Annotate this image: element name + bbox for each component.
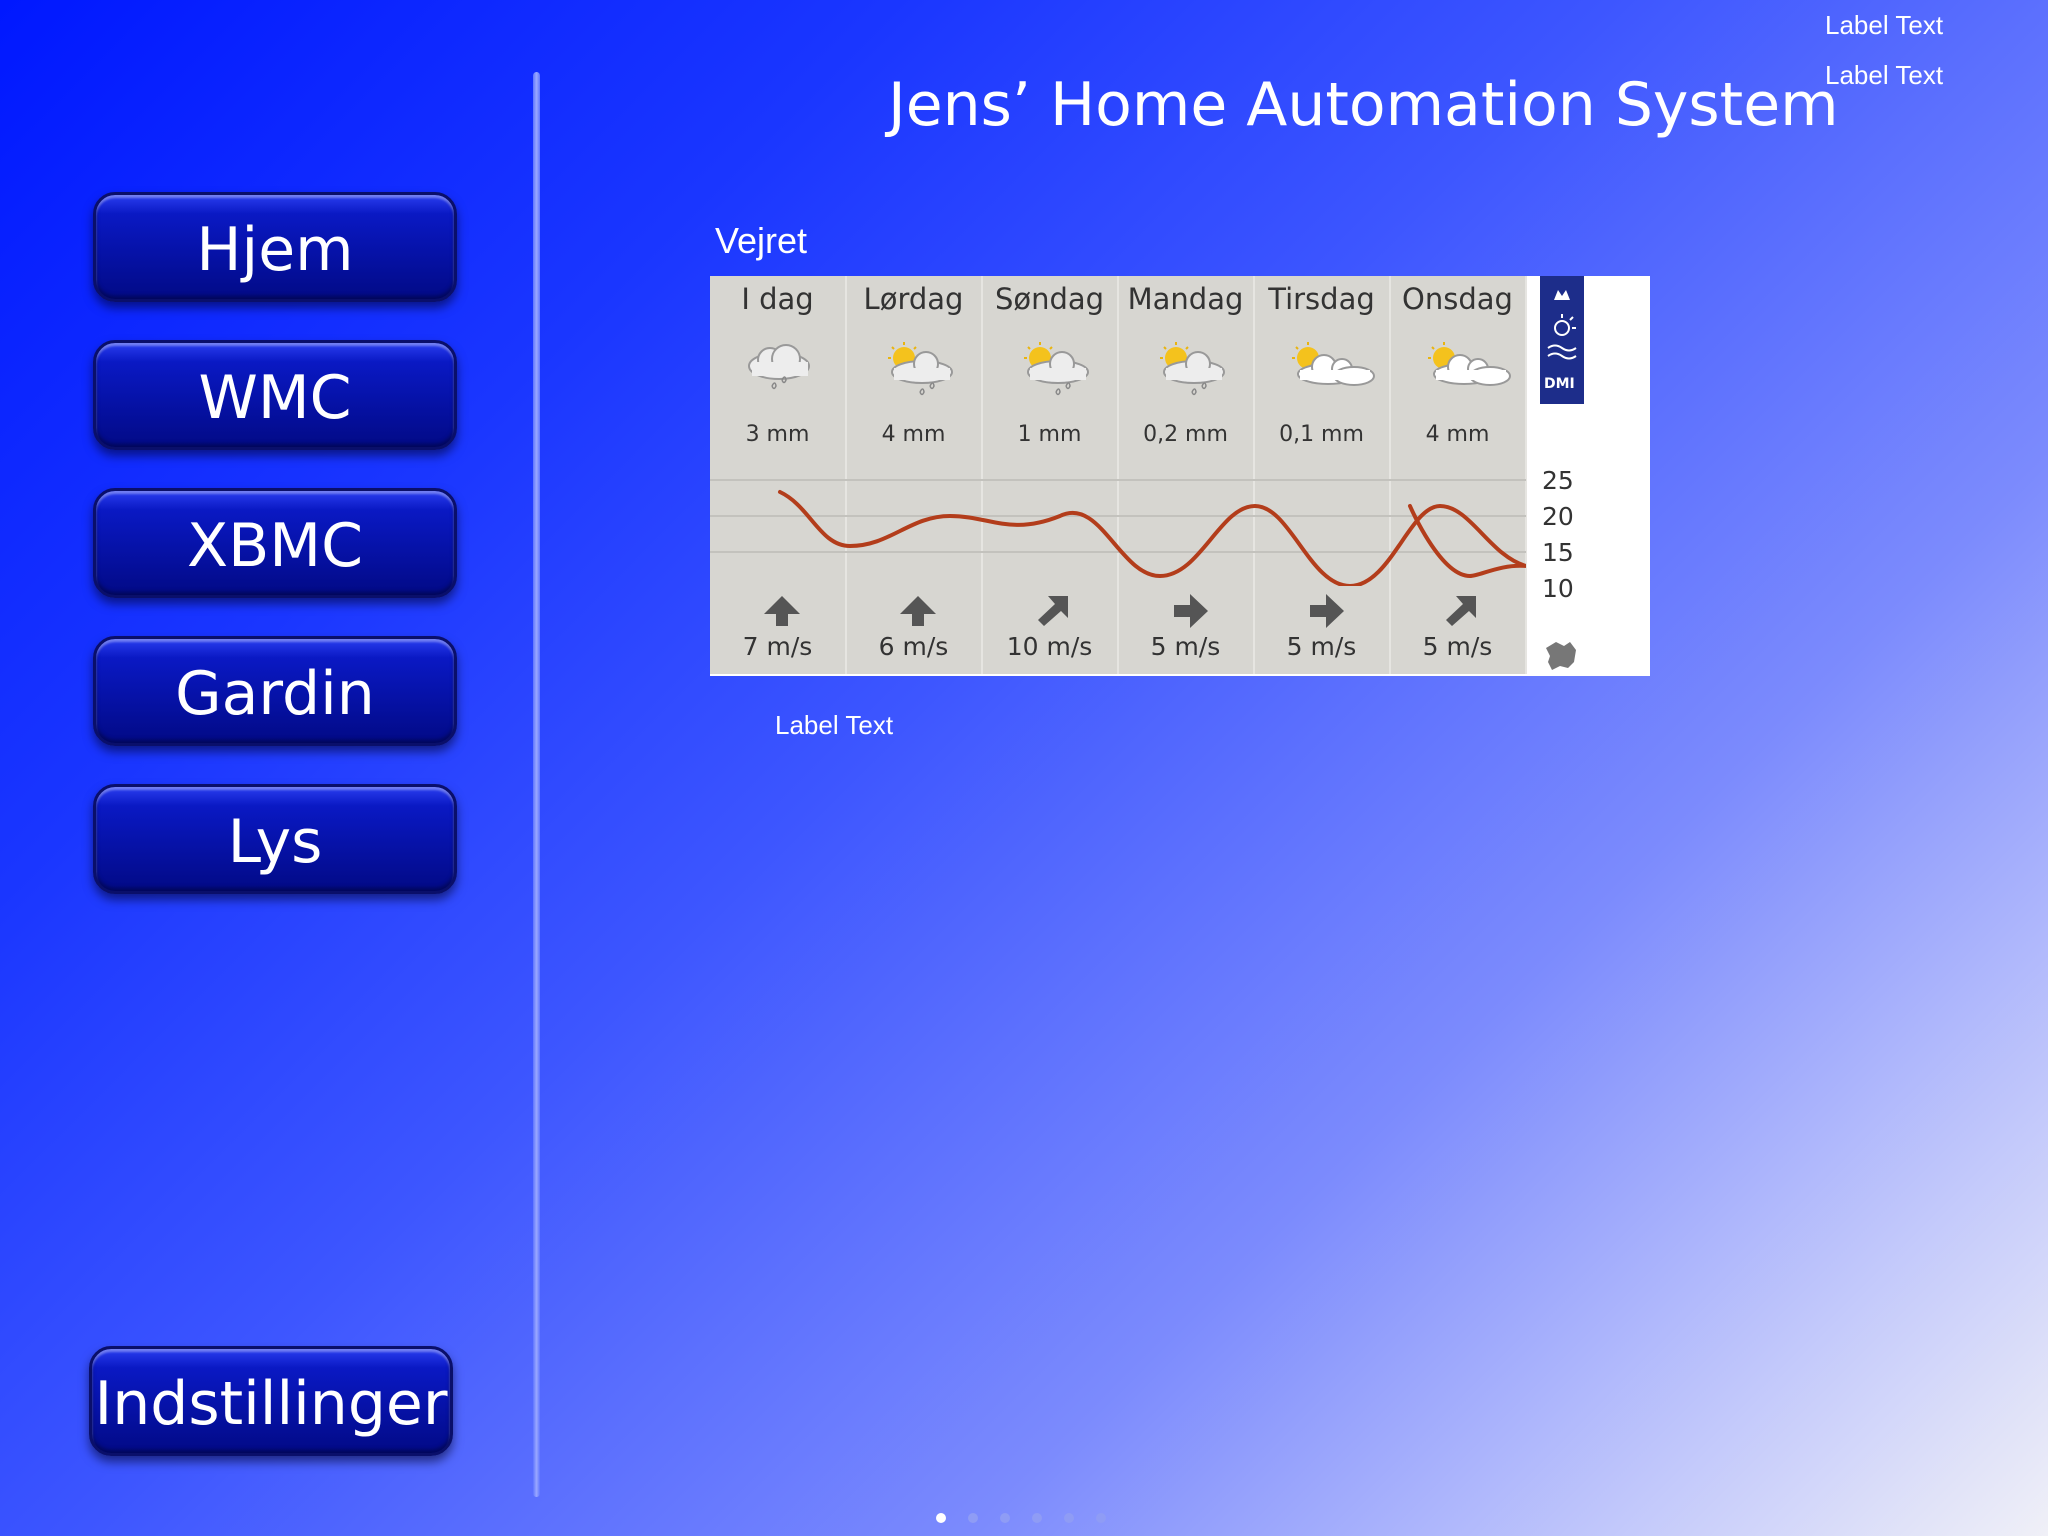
nav-gardin-button[interactable]: Gardin <box>93 636 457 746</box>
sun-rain-cloud-icon <box>1024 342 1089 396</box>
page-dot[interactable] <box>936 1513 946 1523</box>
wind-arrow-north-icon <box>900 596 936 626</box>
rain-amount: 1 mm <box>1017 422 1082 447</box>
wind-speed: 6 m/s <box>878 632 949 661</box>
bottom-label: Label Text <box>775 710 894 740</box>
weather-widget: I dag 3 mm 7 m/s Lørdag 4 mm 6 m/s Sønda… <box>710 276 1650 676</box>
wind-speed: 5 m/s <box>1422 632 1493 661</box>
nav-lys-button[interactable]: Lys <box>93 784 457 894</box>
rain-amount: 3 mm <box>745 422 810 447</box>
wind-speed: 5 m/s <box>1286 632 1357 661</box>
day-name: Tirsdag <box>1268 282 1375 316</box>
day-name: Søndag <box>994 282 1105 316</box>
temp-tick: 15 <box>1542 538 1574 567</box>
wind-speed: 7 m/s <box>742 632 813 661</box>
rain-amount: 0,2 mm <box>1143 422 1228 447</box>
sidebar-divider <box>533 72 540 1497</box>
wind-arrow-north-icon <box>764 596 800 626</box>
sun-rain-cloud-icon <box>888 342 953 396</box>
temp-tick: 10 <box>1542 574 1574 603</box>
nav-wmc-button[interactable]: WMC <box>93 340 457 450</box>
rain-amount: 4 mm <box>881 422 946 447</box>
day-name: Lørdag <box>863 282 964 316</box>
wind-arrow-east-icon <box>1310 594 1344 628</box>
temperature-line <box>778 490 1526 586</box>
rain-cloud-icon <box>748 344 810 390</box>
temp-tick: 20 <box>1542 502 1574 531</box>
top-label-2: Label Text <box>1825 60 1944 90</box>
page-dot[interactable] <box>1064 1513 1074 1523</box>
sun-cloud-icon <box>1292 342 1375 386</box>
wind-speed: 5 m/s <box>1150 632 1221 661</box>
sun-rain-cloud-icon <box>1160 342 1225 396</box>
temperature-curve <box>710 479 1526 586</box>
day-name: Onsdag <box>1402 282 1513 316</box>
wind-arrow-east-icon <box>1174 594 1208 628</box>
wind-arrow-northeast-icon <box>1446 596 1476 626</box>
dmi-provider-label: DMI <box>1544 376 1575 392</box>
day-name: I dag <box>741 282 814 316</box>
page-title: Jens’ Home Automation System <box>888 70 1839 140</box>
weather-section-label: Vejret <box>715 220 808 261</box>
page-dot[interactable] <box>1032 1513 1042 1523</box>
nav-hjem-button[interactable]: Hjem <box>93 192 457 302</box>
page-dot[interactable] <box>1000 1513 1010 1523</box>
weather-forecast-panel: I dag 3 mm 7 m/s Lørdag 4 mm 6 m/s Sønda… <box>710 276 1527 674</box>
day-name: Mandag <box>1127 282 1244 316</box>
page-indicator[interactable] <box>936 1508 1128 1527</box>
wind-arrow-northeast-icon <box>1038 596 1068 626</box>
wind-speed: 10 m/s <box>1006 632 1093 661</box>
sun-cloud-icon <box>1428 342 1511 386</box>
page-dot[interactable] <box>1096 1513 1106 1523</box>
page-dot[interactable] <box>968 1513 978 1523</box>
denmark-map-icon <box>1546 642 1576 670</box>
top-label-1: Label Text <box>1825 10 1944 40</box>
rain-amount: 0,1 mm <box>1279 422 1364 447</box>
temp-tick: 25 <box>1542 466 1574 495</box>
nav-xbmc-button[interactable]: XBMC <box>93 488 457 598</box>
rain-amount: 4 mm <box>1425 422 1490 447</box>
nav-settings-button[interactable]: Indstillinger <box>89 1346 453 1456</box>
